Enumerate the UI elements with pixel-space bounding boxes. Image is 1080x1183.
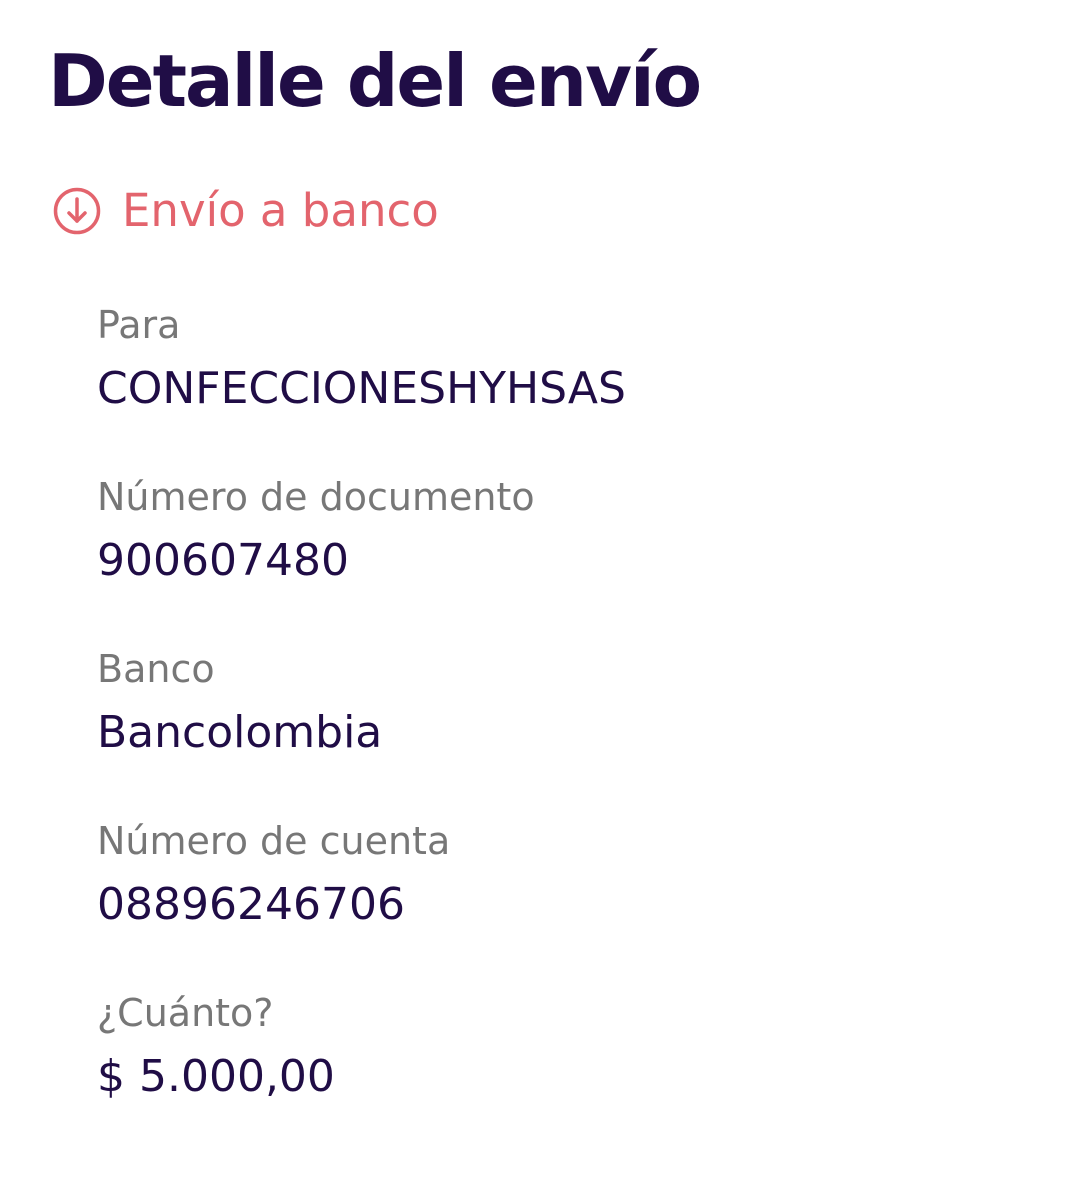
recipient-label: Para bbox=[97, 303, 181, 347]
transfer-type: Envío a banco bbox=[52, 184, 439, 238]
amount-label: ¿Cuánto? bbox=[97, 991, 274, 1035]
transfer-details: Para CONFECCIONESHYHSAS Número de docume… bbox=[97, 300, 1037, 1160]
recipient-field: Para CONFECCIONESHYHSAS bbox=[97, 300, 1037, 472]
amount-field: ¿Cuánto? $ 5.000,00 bbox=[97, 988, 1037, 1160]
arrow-down-circle-icon bbox=[53, 187, 101, 235]
recipient-value: CONFECCIONESHYHSAS bbox=[97, 363, 626, 414]
document-number-value: 900607480 bbox=[97, 535, 349, 586]
bank-field: Banco Bancolombia bbox=[97, 644, 1037, 816]
account-number-label: Número de cuenta bbox=[97, 819, 451, 863]
transfer-type-label: Envío a banco bbox=[122, 184, 439, 237]
account-number-value: 08896246706 bbox=[97, 879, 405, 930]
document-number-field: Número de documento 900607480 bbox=[97, 472, 1037, 644]
bank-label: Banco bbox=[97, 647, 215, 691]
document-number-label: Número de documento bbox=[97, 475, 535, 519]
account-number-field: Número de cuenta 08896246706 bbox=[97, 816, 1037, 988]
amount-value: $ 5.000,00 bbox=[97, 1051, 335, 1102]
bank-value: Bancolombia bbox=[97, 707, 383, 758]
page-title: Detalle del envío bbox=[48, 39, 702, 123]
